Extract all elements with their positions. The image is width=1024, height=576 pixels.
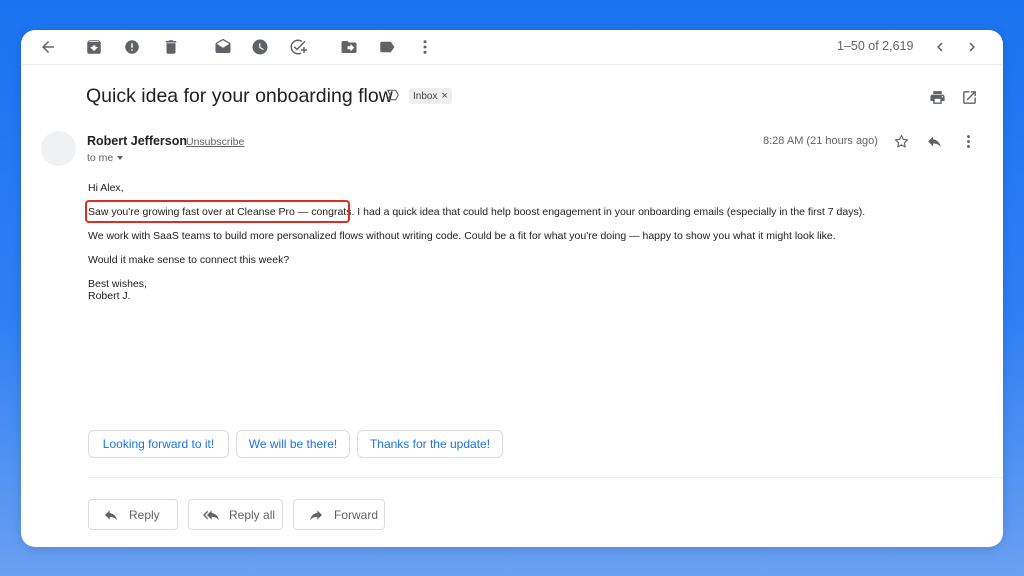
reply-icon[interactable] bbox=[924, 131, 944, 151]
divider bbox=[88, 477, 1003, 478]
email-timestamp: 8:28 AM (21 hours ago) bbox=[763, 135, 878, 147]
remove-label-icon[interactable]: × bbox=[441, 90, 447, 102]
print-icon[interactable] bbox=[927, 87, 947, 107]
sender-name[interactable]: Robert Jefferson bbox=[87, 134, 187, 148]
forward-button[interactable]: Forward bbox=[293, 499, 385, 530]
back-arrow-icon[interactable] bbox=[38, 37, 58, 57]
email-window: 1–50 of 2,619 Quick idea for your onboar… bbox=[21, 30, 1003, 547]
reply-button-label: Reply bbox=[129, 507, 160, 522]
email-signature: Robert J. bbox=[88, 290, 131, 302]
toolbar: 1–50 of 2,619 bbox=[21, 30, 1003, 65]
inbox-label-chip: Inbox × bbox=[409, 88, 452, 104]
label-icon[interactable] bbox=[377, 37, 397, 57]
archive-icon[interactable] bbox=[84, 37, 104, 57]
unsubscribe-link[interactable]: Unsubscribe bbox=[186, 136, 244, 148]
move-to-icon[interactable] bbox=[339, 37, 359, 57]
more-options-icon[interactable] bbox=[958, 131, 978, 151]
add-task-icon[interactable] bbox=[288, 37, 308, 57]
reply-all-icon bbox=[203, 509, 219, 520]
smart-reply-3[interactable]: Thanks for the update! bbox=[357, 430, 503, 458]
delete-icon[interactable] bbox=[161, 37, 181, 57]
reply-arrow-icon bbox=[105, 509, 117, 520]
reply-all-button-label: Reply all bbox=[229, 507, 276, 522]
smart-reply-2[interactable]: We will be there! bbox=[236, 430, 350, 458]
forward-button-label: Forward bbox=[334, 507, 379, 522]
report-spam-icon[interactable] bbox=[122, 37, 142, 57]
email-subject: Quick idea for your onboarding flow bbox=[86, 85, 393, 107]
reply-button[interactable]: Reply bbox=[88, 499, 178, 530]
reply-all-button[interactable]: Reply all bbox=[188, 499, 283, 530]
chevron-left-icon[interactable] bbox=[930, 37, 950, 57]
recipient-text: to me bbox=[87, 152, 114, 164]
avatar[interactable] bbox=[41, 131, 76, 166]
chevron-right-icon[interactable] bbox=[962, 37, 982, 57]
email-paragraph-2: We work with SaaS teams to build more pe… bbox=[88, 230, 836, 242]
pagination-count: 1–50 of 2,619 bbox=[837, 39, 914, 53]
highlight-annotation-box bbox=[85, 200, 350, 223]
smart-reply-1[interactable]: Looking forward to it! bbox=[88, 430, 229, 458]
open-in-new-icon[interactable] bbox=[959, 87, 979, 107]
email-greeting: Hi Alex, bbox=[88, 182, 124, 194]
caret-down-icon bbox=[117, 156, 124, 161]
importance-marker-icon[interactable] bbox=[385, 87, 403, 105]
forward-arrow-icon bbox=[310, 509, 322, 520]
paragraph-1-rest: I had a quick idea that could help boost… bbox=[354, 206, 866, 218]
star-icon[interactable] bbox=[891, 131, 911, 151]
email-paragraph-3: Would it make sense to connect this week… bbox=[88, 254, 290, 266]
recipient-details-toggle[interactable]: to me bbox=[87, 152, 124, 164]
label-chip-text: Inbox bbox=[413, 90, 438, 102]
mark-unread-icon[interactable] bbox=[213, 37, 233, 57]
more-vert-icon[interactable] bbox=[415, 37, 435, 57]
snooze-icon[interactable] bbox=[250, 37, 270, 57]
